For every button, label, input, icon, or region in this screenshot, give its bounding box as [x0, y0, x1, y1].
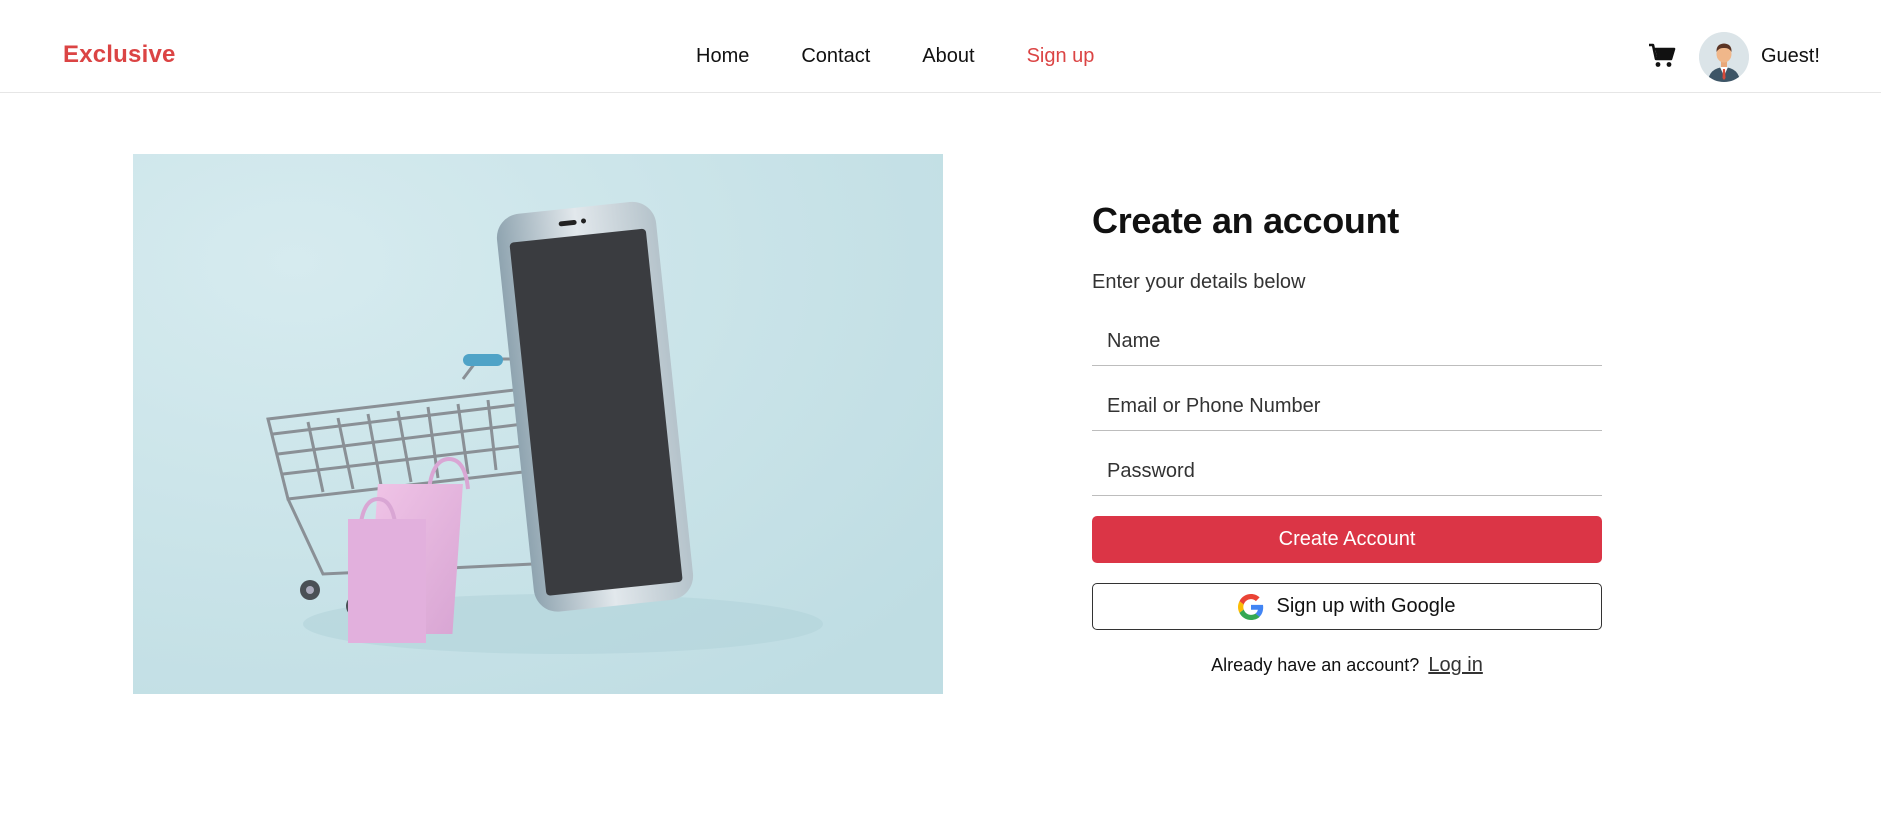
google-icon: [1238, 593, 1264, 620]
nav-home[interactable]: Home: [696, 45, 749, 68]
login-prompt: Already have an account?: [1211, 655, 1420, 675]
user-greeting: Guest!: [1761, 45, 1820, 67]
login-link[interactable]: Log in: [1428, 654, 1483, 676]
google-button-label: Sign up with Google: [1276, 595, 1456, 617]
signup-form: Create an account Enter your details bel…: [1092, 200, 1602, 677]
google-signup-button[interactable]: Sign up with Google: [1092, 583, 1602, 630]
form-title: Create an account: [1092, 200, 1399, 241]
create-account-button[interactable]: Create Account: [1092, 516, 1602, 563]
nav-signup[interactable]: Sign up: [1027, 45, 1095, 68]
user-avatar[interactable]: [1699, 32, 1749, 82]
cart-icon[interactable]: [1648, 43, 1676, 69]
main-nav: Home Contact About Sign up: [696, 45, 1094, 68]
nav-contact[interactable]: Contact: [801, 45, 870, 68]
top-header: Exclusive Home Contact About Sign up Gue…: [0, 0, 1881, 93]
password-input[interactable]: [1092, 448, 1602, 496]
hero-image: [133, 154, 943, 694]
form-subtitle: Enter your details below: [1092, 271, 1306, 293]
cart-phone-bags-illustration: [133, 154, 943, 694]
brand-logo[interactable]: Exclusive: [63, 41, 176, 69]
email-phone-input[interactable]: [1092, 383, 1602, 431]
nav-about[interactable]: About: [922, 45, 974, 68]
avatar-person-icon: [1699, 32, 1749, 82]
name-input[interactable]: [1092, 318, 1602, 366]
login-prompt-line: Already have an account? Log in: [1092, 654, 1602, 677]
